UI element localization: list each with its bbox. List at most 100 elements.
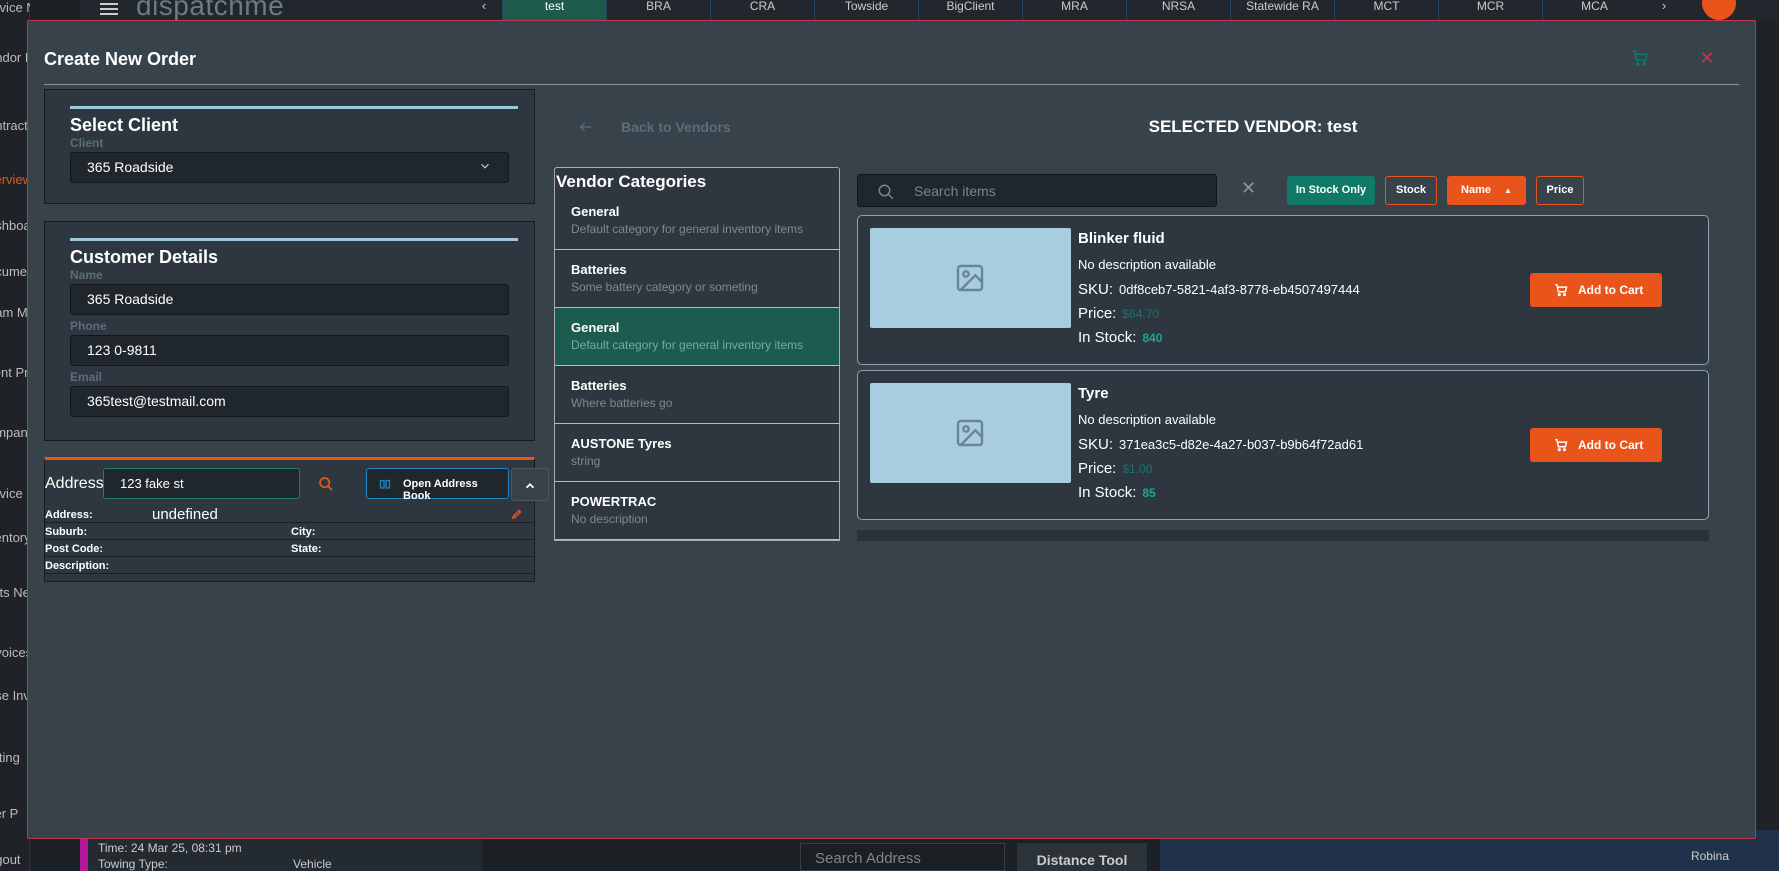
app-logo: dispatchme (136, 0, 285, 21)
category-item[interactable]: General Default category for general inv… (555, 192, 839, 250)
sidebar-item[interactable]: verview (0, 172, 30, 187)
tab-bigclient[interactable]: BigClient (918, 0, 1022, 20)
price-label: Price: (1078, 460, 1117, 477)
sidebar-item[interactable]: ashboard (0, 218, 30, 233)
sidebar-item[interactable]: ase Invoicing (0, 688, 30, 703)
category-name: General (571, 320, 620, 335)
chevron-down-icon (481, 163, 489, 169)
category-item[interactable]: POWERTRAC No description (555, 482, 839, 540)
modal-title: Create New Order (44, 49, 197, 69)
address-details: Address: undefined Suburb: City: Post Co… (45, 506, 534, 574)
sidebar-item[interactable]: ompany Select (0, 425, 30, 440)
clear-search-icon[interactable]: ✕ (1241, 179, 1257, 197)
tab-bra[interactable]: BRA (606, 0, 710, 20)
item-price: $64.70 (1122, 307, 1160, 321)
tabs-prev-icon[interactable]: ‹ (466, 0, 502, 20)
description-key: Description: (45, 560, 110, 572)
sort-price-button[interactable]: Price (1536, 176, 1584, 205)
search-address-input[interactable]: Search Address (800, 843, 1005, 871)
close-icon[interactable]: ✕ (1697, 48, 1717, 68)
collapse-address-button[interactable] (511, 468, 549, 501)
tab-cra[interactable]: CRA (710, 0, 814, 20)
sidebar-item[interactable]: ervice (0, 486, 30, 501)
menu-icon[interactable] (100, 0, 118, 15)
tab-statewide-ra[interactable]: Statewide RA (1230, 0, 1334, 20)
sidebar-item[interactable]: ontract (0, 118, 30, 133)
add-to-cart-label: Add to Cart (1578, 438, 1644, 452)
name-label: Name (70, 268, 103, 282)
address-input[interactable]: 123 fake st (103, 468, 300, 499)
sidebar-item[interactable]: endor Profiles (0, 50, 30, 65)
item-name: Tyre (1078, 385, 1109, 402)
sku-label: SKU: (1078, 436, 1114, 453)
item-image-placeholder (870, 228, 1071, 328)
search-items-input[interactable]: Search items (857, 174, 1217, 207)
in-stock-only-button[interactable]: In Stock Only (1287, 176, 1375, 205)
category-name: AUSTONE Tyres (571, 436, 672, 451)
tab-mct[interactable]: MCT (1334, 0, 1438, 20)
address-panel: Address 123 fake st Open Address Book Ad… (44, 457, 549, 582)
phone-field[interactable]: 123 0-9811 (70, 335, 509, 366)
city-key: City: (291, 526, 316, 538)
sku-label: SKU: (1078, 281, 1114, 298)
sidebar-item[interactable]: ervice Network (0, 0, 30, 15)
item-price: $1.00 (1122, 462, 1153, 476)
category-item[interactable]: Batteries Some battery category or somet… (555, 250, 839, 308)
item-name: Blinker fluid (1078, 230, 1165, 247)
vendor-tabs: ‹ test BRA CRA Towside BigClient MRA NRS… (466, 0, 1682, 20)
background-job-card[interactable]: Time: 24 Mar 25, 08:31 pm Towing Type: V… (80, 838, 482, 871)
sort-name-button[interactable]: Name ▲ (1447, 176, 1526, 205)
tab-towside[interactable]: Towside (814, 0, 918, 20)
search-icon[interactable] (318, 476, 334, 492)
postcode-key: Post Code: (45, 543, 104, 555)
add-to-cart-button[interactable]: Add to Cart (1530, 428, 1662, 462)
sidebar-item[interactable]: eam Member (0, 305, 30, 320)
sidebar-item[interactable]: ser P (0, 806, 30, 821)
sidebar-item[interactable]: ogout (0, 852, 30, 867)
tab-nrsa[interactable]: NRSA (1126, 0, 1230, 20)
category-item[interactable]: Batteries Where batteries go (555, 366, 839, 424)
open-address-book-button[interactable]: Open Address Book (366, 468, 509, 502)
add-to-cart-button[interactable]: Add to Cart (1530, 273, 1662, 307)
tab-mcr[interactable]: MCR (1438, 0, 1542, 20)
category-item-selected[interactable]: General Default category for general inv… (555, 308, 839, 366)
sidebar-item[interactable]: ocument (0, 264, 30, 279)
tab-mra[interactable]: MRA (1022, 0, 1126, 20)
sidebar-item[interactable]: nvoices (0, 645, 30, 660)
map-place-label: Robina (1690, 849, 1729, 863)
cart-icon[interactable] (1631, 49, 1651, 69)
email-field[interactable]: 365test@testmail.com (70, 386, 509, 417)
back-to-vendors-link[interactable]: Back to Vendors (578, 119, 731, 135)
sidebar-item[interactable]: lient Profiles (0, 365, 30, 380)
sort-name-label: Name (1461, 184, 1491, 196)
category-item[interactable]: AUSTONE Tyres string (555, 424, 839, 482)
sidebar-item[interactable]: ventory (0, 530, 30, 545)
tab-test[interactable]: test (502, 0, 606, 20)
distance-tool-button[interactable]: Distance Tool (1017, 843, 1147, 871)
name-field[interactable]: 365 Roadside (70, 284, 509, 315)
edit-pencil-icon[interactable] (511, 508, 523, 520)
client-label: Client (70, 136, 104, 150)
add-to-cart-label: Add to Cart (1578, 283, 1644, 297)
vendor-categories-title: Vendor Categories (556, 172, 707, 191)
select-client-title: Select Client (70, 115, 179, 135)
sidebar-item[interactable]: arts Network (0, 585, 30, 600)
sidebar-item[interactable]: etting (0, 750, 30, 765)
category-name: Batteries (571, 262, 627, 277)
sort-stock-button[interactable]: Stock (1385, 176, 1437, 205)
items-list: Blinker fluid No description available S… (857, 215, 1709, 541)
item-description: No description available (1078, 257, 1217, 272)
stock-label: In Stock: (1078, 329, 1137, 346)
tab-mca[interactable]: MCA (1542, 0, 1646, 20)
suburb-key: Suburb: (45, 526, 88, 538)
tabs-next-icon[interactable]: › (1646, 0, 1682, 20)
client-select[interactable]: 365 Roadside (70, 152, 509, 183)
category-name: General (571, 204, 620, 219)
category-desc: Default category for general inventory i… (571, 338, 804, 352)
back-to-vendors-label: Back to Vendors (621, 119, 731, 135)
price-label: Price: (1078, 305, 1117, 322)
stock-label: In Stock: (1078, 484, 1137, 501)
item-card: Blinker fluid No description available S… (857, 215, 1709, 365)
search-items-placeholder: Search items (914, 183, 996, 199)
panel-accent-bar (70, 106, 518, 109)
